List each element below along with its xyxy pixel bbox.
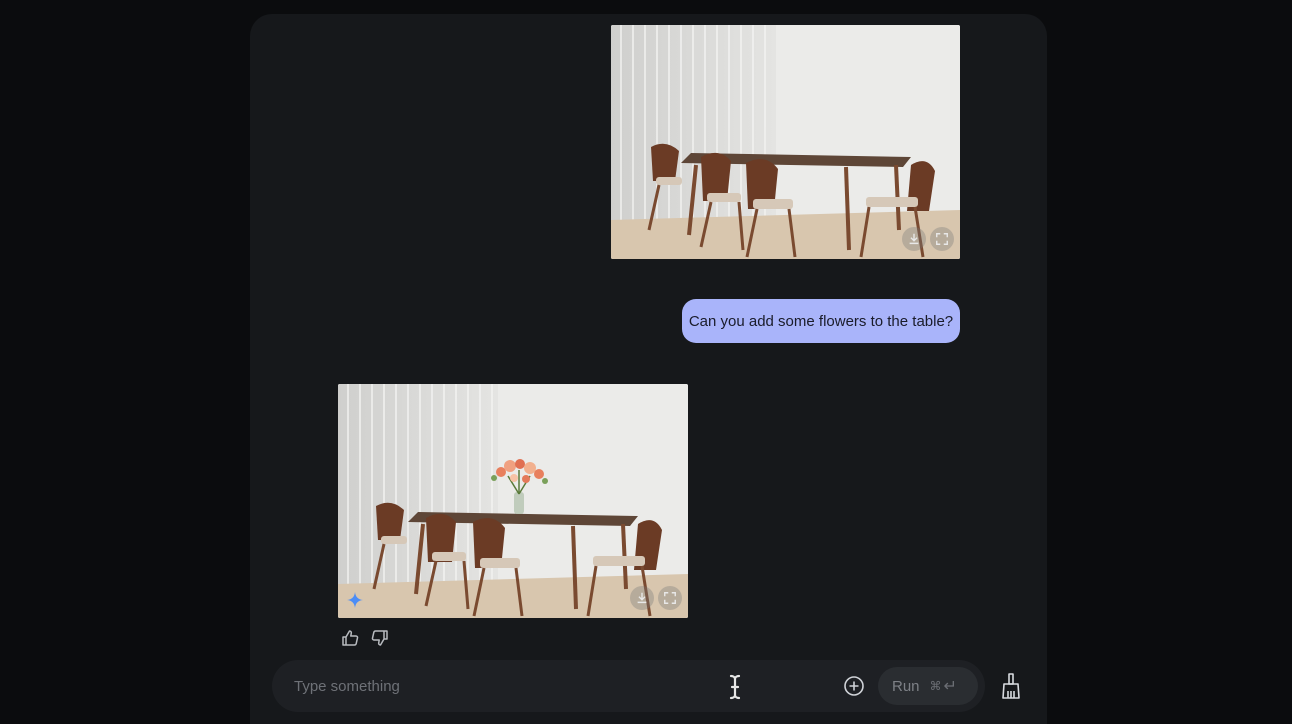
prompt-input[interactable] <box>294 674 714 698</box>
add-media-button[interactable] <box>843 675 865 697</box>
fullscreen-icon[interactable] <box>930 227 954 251</box>
model-image[interactable] <box>338 384 688 618</box>
prompt-composer: Run ⌘ ↵ <box>272 660 985 712</box>
download-icon[interactable] <box>902 227 926 251</box>
sparkle-icon <box>347 592 363 608</box>
fullscreen-icon[interactable] <box>658 586 682 610</box>
feedback-row <box>340 628 390 648</box>
download-icon[interactable] <box>630 586 654 610</box>
user-image[interactable] <box>611 25 960 259</box>
command-key: ⌘ <box>929 679 942 693</box>
user-prompt-bubble: Can you add some flowers to the table? <box>682 299 960 343</box>
thumbs-down-icon[interactable] <box>370 628 390 648</box>
add-circle-icon <box>844 676 864 696</box>
dining-room-flowers-scene <box>338 384 688 618</box>
dining-room-scene <box>611 25 960 259</box>
thumbs-up-icon[interactable] <box>340 628 360 648</box>
text-cursor-icon <box>727 674 743 700</box>
user-prompt-text: Can you add some flowers to the table? <box>688 312 954 330</box>
run-button[interactable]: Run ⌘ ↵ <box>878 667 978 705</box>
clear-chat-button[interactable] <box>999 672 1023 700</box>
run-shortcut: ⌘ ↵ <box>930 676 957 696</box>
enter-key: ↵ <box>943 678 957 695</box>
run-label: Run <box>892 677 920 695</box>
broom-icon <box>1002 673 1020 699</box>
